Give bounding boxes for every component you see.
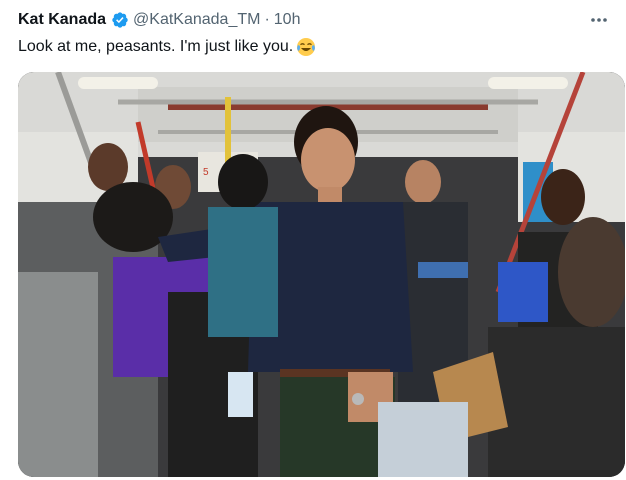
subway-photo-illustration: 5 [18, 72, 625, 477]
timestamp[interactable]: 10h [274, 11, 301, 29]
tweet-card[interactable]: Kat Kanada @KatKanada_TM · 10h Look at m… [0, 0, 626, 480]
verified-badge-icon[interactable] [111, 11, 129, 29]
separator-dot: · [264, 11, 270, 28]
display-name[interactable]: Kat Kanada [18, 11, 106, 29]
tweet-text: Look at me, peasants. I'm just like you. [18, 37, 316, 57]
stop-sign-number: 5 [203, 167, 209, 178]
tweet-text-body: Look at me, peasants. I'm just like you. [18, 38, 294, 55]
more-horizontal-icon[interactable] [588, 9, 610, 31]
tweet-header: Kat Kanada @KatKanada_TM · 10h [18, 9, 300, 31]
tweet-photo[interactable]: 5 [18, 72, 625, 477]
user-handle[interactable]: @KatKanada_TM [133, 11, 260, 29]
face-with-tears-of-joy-icon [296, 37, 316, 57]
